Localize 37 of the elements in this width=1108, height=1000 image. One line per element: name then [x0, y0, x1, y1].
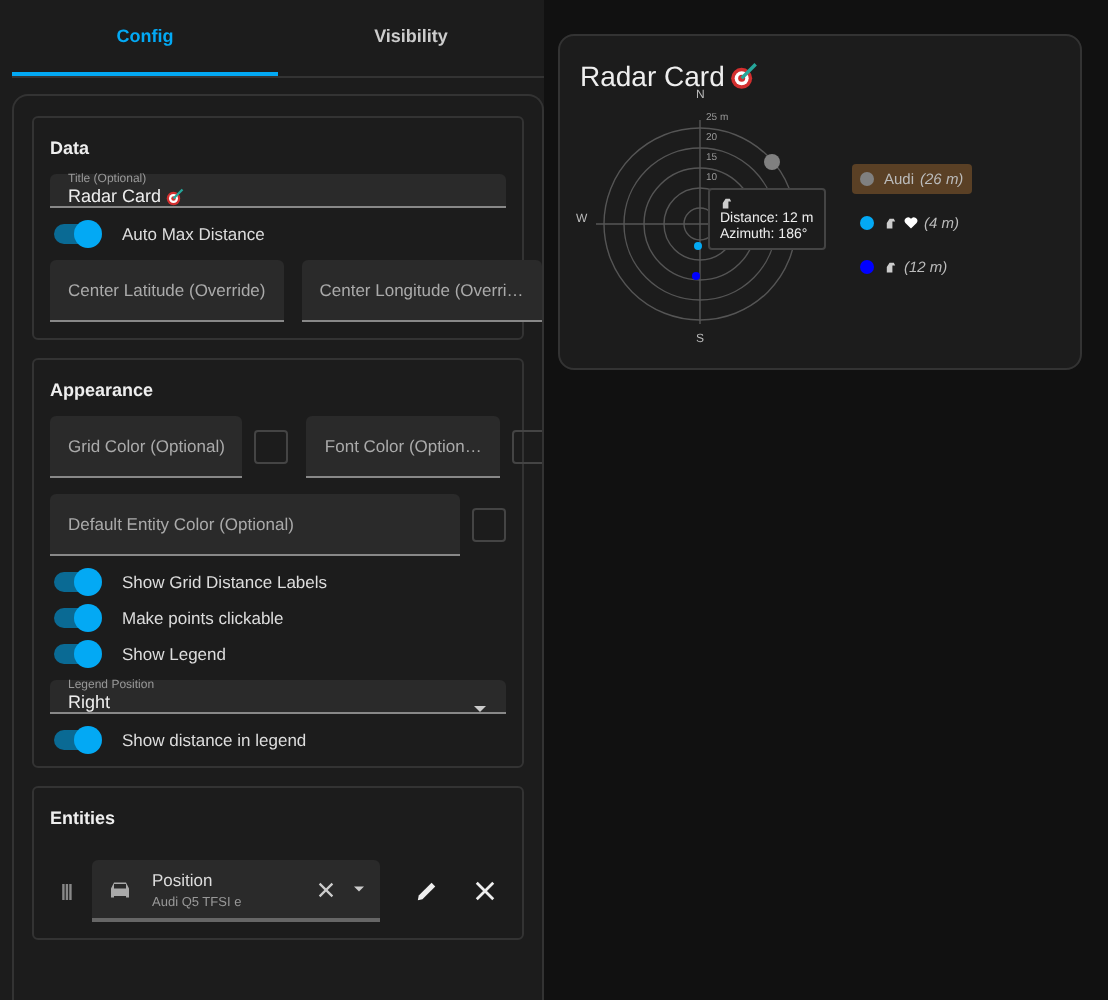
- toggle-switch[interactable]: [54, 730, 98, 750]
- animal-icon: [884, 215, 898, 229]
- toggle-label: Show Legend: [122, 644, 226, 664]
- toggle-label: Make points clickable: [122, 608, 284, 628]
- color-swatch[interactable]: [254, 430, 289, 464]
- input-field[interactable]: Grid Color (Optional): [50, 416, 243, 478]
- animal-icon: [884, 259, 898, 273]
- target-icon: [165, 187, 184, 205]
- toggle-switch[interactable]: [54, 644, 98, 664]
- car-icon: [108, 879, 132, 899]
- close-icon[interactable]: [474, 880, 496, 902]
- color-swatch[interactable]: [511, 430, 542, 464]
- input-field[interactable]: Font Color (Option…: [306, 416, 500, 478]
- tab[interactable]: Visibility: [278, 0, 544, 76]
- target-icon: [730, 62, 759, 90]
- caret-icon: [474, 706, 486, 712]
- toggle-label: Show distance in legend: [122, 730, 307, 750]
- color-swatch[interactable]: [472, 508, 506, 542]
- section-title: Data: [50, 138, 92, 158]
- heart-icon: [904, 215, 918, 229]
- input-field[interactable]: Center Latitude (Override): [50, 260, 284, 322]
- section-title: Entities: [50, 808, 118, 828]
- clear-icon[interactable]: [318, 881, 334, 897]
- card-title: Radar Card: [580, 60, 725, 92]
- input-field[interactable]: Default Entity Color (Optional): [50, 494, 460, 556]
- input-field[interactable]: Center Longitude (Overri…: [301, 260, 542, 322]
- tab[interactable]: Config: [12, 0, 278, 76]
- toggle-switch[interactable]: [54, 572, 98, 592]
- caret-icon: [354, 886, 364, 892]
- edit-icon[interactable]: [416, 880, 438, 902]
- animal-icon: [720, 196, 734, 210]
- toggle-switch[interactable]: [54, 224, 98, 244]
- toggle-label: Show Grid Distance Labels: [122, 572, 328, 592]
- toggle-label: Auto Max Distance: [122, 224, 265, 244]
- drag-handle-icon[interactable]: [62, 883, 72, 899]
- section-title: Appearance: [50, 380, 156, 400]
- toggle-switch[interactable]: [54, 608, 98, 628]
